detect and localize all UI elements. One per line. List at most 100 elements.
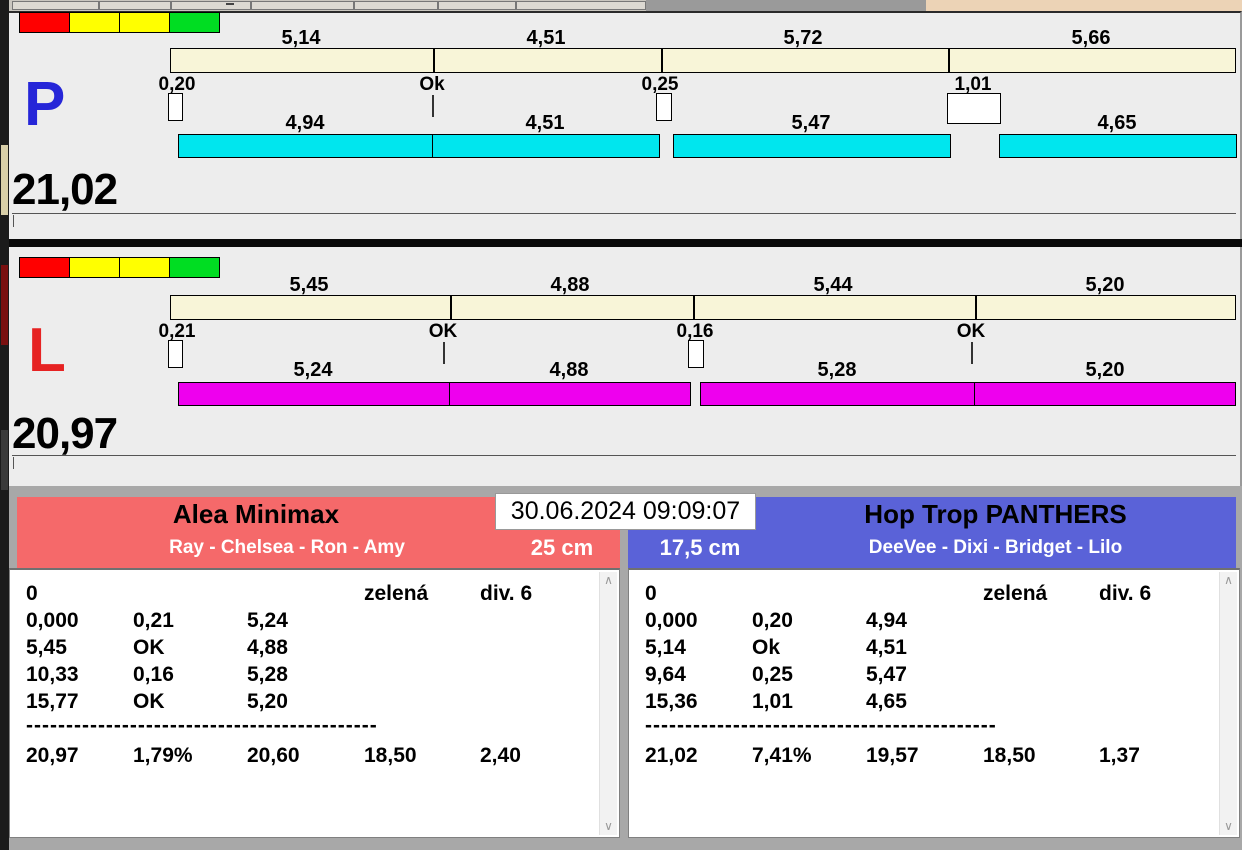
checkpoint-marker-box-wide — [947, 93, 1001, 124]
top-strip-segment — [354, 1, 438, 10]
target-segment-label: 5,45 — [289, 274, 329, 296]
table-cell: 5,14 — [645, 636, 686, 659]
table-cell: 9,64 — [645, 663, 686, 686]
actual-segment-label: 4,51 — [525, 112, 565, 134]
bar-divider — [661, 48, 663, 73]
checkpoint-label: Ok — [419, 74, 445, 95]
table-cell: 10,33 — [26, 663, 79, 686]
table-cell: div. 6 — [1099, 582, 1152, 605]
checkpoint-marker-box — [688, 340, 704, 368]
actual-bar-segment — [178, 382, 450, 406]
table-cell: ----------------------------------------… — [645, 714, 997, 737]
top-strip-segment — [12, 1, 99, 10]
table-row: 15,36 1,01 4,65 — [629, 690, 1219, 717]
table-cell: 4,88 — [247, 636, 288, 659]
table-cell: 0,000 — [645, 609, 698, 632]
table-cell: OK — [133, 636, 165, 659]
table-cell: 5,24 — [247, 609, 288, 632]
legend-swatch-green — [169, 258, 219, 277]
scroll-up-button[interactable]: ∧ — [1220, 572, 1237, 589]
top-strip-segment — [171, 1, 251, 10]
actual-bar-segment — [700, 382, 975, 406]
table-cell: 0,000 — [26, 609, 79, 632]
actual-bar-segment — [673, 134, 951, 158]
table-cell: zelená — [364, 582, 429, 605]
panel-caret — [13, 457, 14, 469]
top-strip-segment — [251, 1, 354, 10]
actual-segment-label: 5,20 — [1085, 359, 1125, 381]
bar-divider — [693, 295, 695, 320]
scroll-down-button[interactable]: ∨ — [600, 818, 617, 835]
table-cell: 18,50 — [364, 744, 417, 767]
window-top-strip — [0, 0, 1242, 11]
scroll-up-button[interactable]: ∧ — [600, 572, 617, 589]
app-window: P 5,14 4,51 5,72 5,66 0,20 Ok 0,25 1,01 … — [0, 0, 1242, 850]
legend-swatch-yellow — [69, 13, 119, 32]
table-cell: 18,50 — [983, 744, 1036, 767]
status-legend — [19, 257, 220, 278]
panel-baseline — [12, 213, 1236, 214]
target-segment-label: 5,66 — [1071, 27, 1111, 49]
panels-divider — [9, 239, 1242, 247]
table-cell: 15,77 — [26, 690, 79, 713]
table-row: 0,000 0,21 5,24 — [10, 609, 599, 636]
checkpoint-marker-tick — [432, 95, 434, 117]
table-cell: 0 — [645, 582, 657, 605]
table-cell: 0,20 — [752, 609, 793, 632]
table-cell: 19,57 — [866, 744, 919, 767]
scrollbar[interactable]: ∧ ∨ — [599, 572, 617, 835]
bar-divider — [975, 295, 977, 320]
table-row: 15,77 OK 5,20 — [10, 690, 599, 717]
target-segment-label: 5,72 — [783, 27, 823, 49]
checkpoint-marker-box — [168, 93, 183, 121]
actual-bar-segment — [974, 382, 1236, 406]
target-segment-label: 5,20 — [1085, 274, 1125, 296]
team-players: Ray - Chelsea - Ron - Amy — [169, 537, 405, 558]
score-table-right: 0 zelená div. 6 0,000 0,20 4,94 5,14 Ok … — [628, 568, 1240, 838]
table-cell: 20,60 — [247, 744, 300, 767]
checkpoint-marker-box — [168, 340, 183, 368]
table-cell: 7,41% — [752, 744, 812, 767]
lane-letter-p: P — [24, 70, 66, 139]
actual-bar-segment — [999, 134, 1237, 158]
table-row: 0 zelená div. 6 — [10, 582, 599, 609]
table-separator: ----------------------------------------… — [10, 714, 599, 741]
team-distance: 17,5 cm — [659, 535, 741, 560]
table-cell: 1,79% — [133, 744, 193, 767]
scroll-down-button[interactable]: ∨ — [1220, 818, 1237, 835]
table-cell: zelená — [983, 582, 1048, 605]
panel-caret — [13, 215, 14, 227]
table-cell: 15,36 — [645, 690, 698, 713]
table-cell: 0,25 — [752, 663, 793, 686]
top-strip-segment — [99, 1, 171, 10]
actual-bar-segment — [178, 134, 433, 158]
scrollbar[interactable]: ∧ ∨ — [1219, 572, 1237, 835]
edge-fragment — [1, 430, 8, 490]
table-row: 9,64 0,25 5,47 — [629, 663, 1219, 690]
team-name: Hop Trop PANTHERS — [864, 499, 1127, 529]
table-cell: 4,65 — [866, 690, 907, 713]
summary-row: 21,02 7,41% 19,57 18,50 1,37 — [629, 744, 1219, 771]
legend-swatch-red — [20, 258, 69, 277]
panel-baseline — [12, 455, 1236, 456]
table-cell: Ok — [752, 636, 781, 659]
table-cell: ----------------------------------------… — [26, 714, 378, 737]
team-players: DeeVee - Dixi - Bridget - Lilo — [868, 537, 1123, 558]
panel-total: 21,02 — [12, 165, 118, 214]
legend-swatch-yellow — [119, 258, 169, 277]
legend-swatch-green — [169, 13, 219, 32]
actual-segment-label: 5,47 — [791, 112, 831, 134]
bar-divider — [450, 295, 452, 320]
team-name: Alea Minimax — [172, 499, 340, 529]
top-strip-accent — [926, 0, 1242, 11]
checkpoint-marker-box — [656, 93, 672, 121]
checkpoint-label: OK — [956, 321, 986, 342]
target-bar — [170, 48, 1236, 73]
table-cell: 0,21 — [133, 609, 174, 632]
table-cell: 5,47 — [866, 663, 907, 686]
actual-segment-label: 5,28 — [817, 359, 857, 381]
target-segment-label: 5,44 — [813, 274, 853, 296]
edge-fragment — [1, 265, 8, 345]
table-cell: 1,01 — [752, 690, 793, 713]
status-legend — [19, 12, 220, 33]
